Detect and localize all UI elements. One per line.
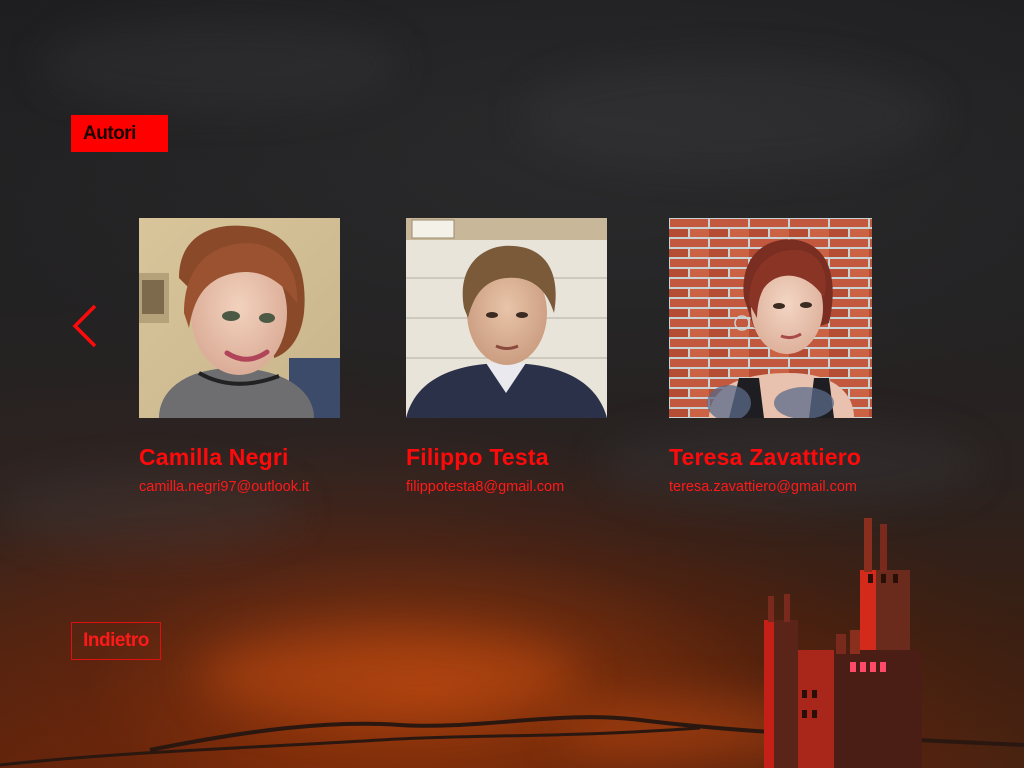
author-name: Filippo Testa [406, 444, 549, 470]
cloud-decoration [40, 20, 400, 110]
tower-decoration [764, 518, 922, 768]
author-email[interactable]: teresa.zavattiero@gmail.com [669, 479, 909, 495]
back-button[interactable]: Indietro [71, 622, 161, 660]
author-photo [406, 218, 607, 418]
author-photo [669, 218, 872, 418]
author-email[interactable]: filippotesta8@gmail.com [406, 479, 646, 495]
author-email[interactable]: camilla.negri97@outlook.it [139, 479, 379, 495]
author-photo [139, 218, 340, 418]
author-card: Teresa Zavattiero teresa.zavattiero@gmai… [669, 218, 909, 495]
author-name: Camilla Negri [139, 444, 289, 470]
chevron-left-icon[interactable] [70, 303, 100, 349]
cloud-decoration [520, 60, 940, 170]
section-title: Autori [71, 115, 168, 152]
author-card: Filippo Testa filippotesta8@gmail.com [406, 218, 646, 495]
screen-background: Autori Camilla Negri camilla.negri97@out… [0, 0, 1024, 768]
author-card: Camilla Negri camilla.negri97@outlook.it [139, 218, 379, 495]
author-name: Teresa Zavattiero [669, 444, 862, 470]
